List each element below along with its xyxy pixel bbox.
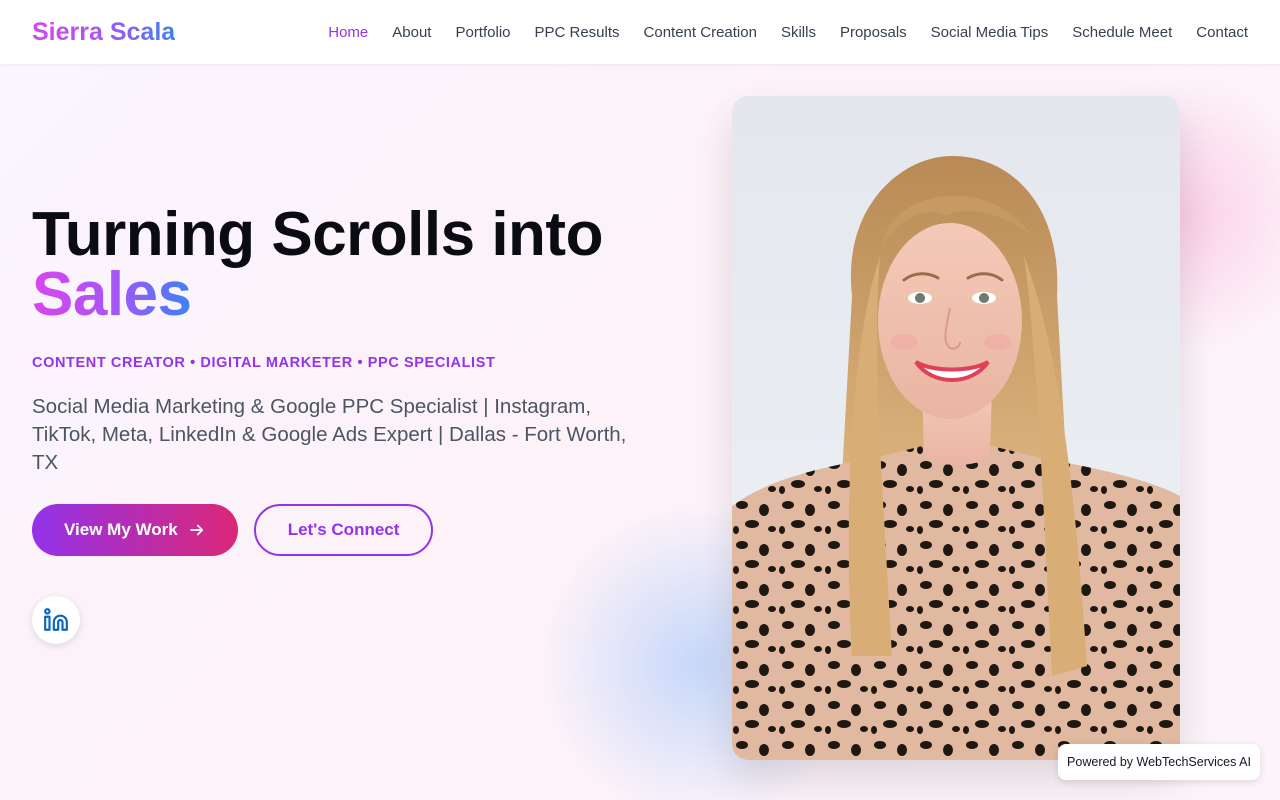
main-nav: Home About Portfolio PPC Results Content… xyxy=(328,24,1248,41)
hero-section: Turning Scrolls into Sales CONTENT CREAT… xyxy=(32,204,652,644)
nav-about[interactable]: About xyxy=(392,24,431,41)
portrait-photo xyxy=(732,96,1180,760)
arrow-right-icon xyxy=(189,524,203,536)
nav-ppc-results[interactable]: PPC Results xyxy=(535,24,620,41)
nav-proposals[interactable]: Proposals xyxy=(840,24,907,41)
cta-row: View My Work Let's Connect xyxy=(32,504,652,556)
nav-social-media-tips[interactable]: Social Media Tips xyxy=(931,24,1049,41)
view-my-work-label: View My Work xyxy=(64,520,178,539)
nav-skills[interactable]: Skills xyxy=(781,24,816,41)
hero-tagline: Social Media Marketing & Google PPC Spec… xyxy=(32,395,627,474)
brand-logo[interactable]: Sierra Scala xyxy=(32,18,175,47)
lets-connect-button[interactable]: Let's Connect xyxy=(253,504,434,556)
nav-schedule-meet[interactable]: Schedule Meet xyxy=(1072,24,1172,41)
headline-accent: Sales xyxy=(32,260,192,329)
portrait-illustration xyxy=(732,156,1180,760)
linkedin-link[interactable] xyxy=(32,596,80,644)
powered-by-badge[interactable]: Powered by WebTechServices AI xyxy=(1058,744,1260,780)
nav-home[interactable]: Home xyxy=(328,24,368,41)
nav-portfolio[interactable]: Portfolio xyxy=(455,24,510,41)
nav-content-creation[interactable]: Content Creation xyxy=(644,24,757,41)
view-my-work-button[interactable]: View My Work xyxy=(32,504,238,556)
role-list: CONTENT CREATOR • DIGITAL MARKETER • PPC… xyxy=(32,355,496,371)
site-header: Sierra Scala Home About Portfolio PPC Re… xyxy=(0,0,1280,64)
hero-headline: Turning Scrolls into Sales xyxy=(32,204,652,329)
linkedin-icon xyxy=(44,608,68,631)
headline-text: Turning Scrolls into xyxy=(32,200,603,269)
nav-contact[interactable]: Contact xyxy=(1196,24,1248,41)
